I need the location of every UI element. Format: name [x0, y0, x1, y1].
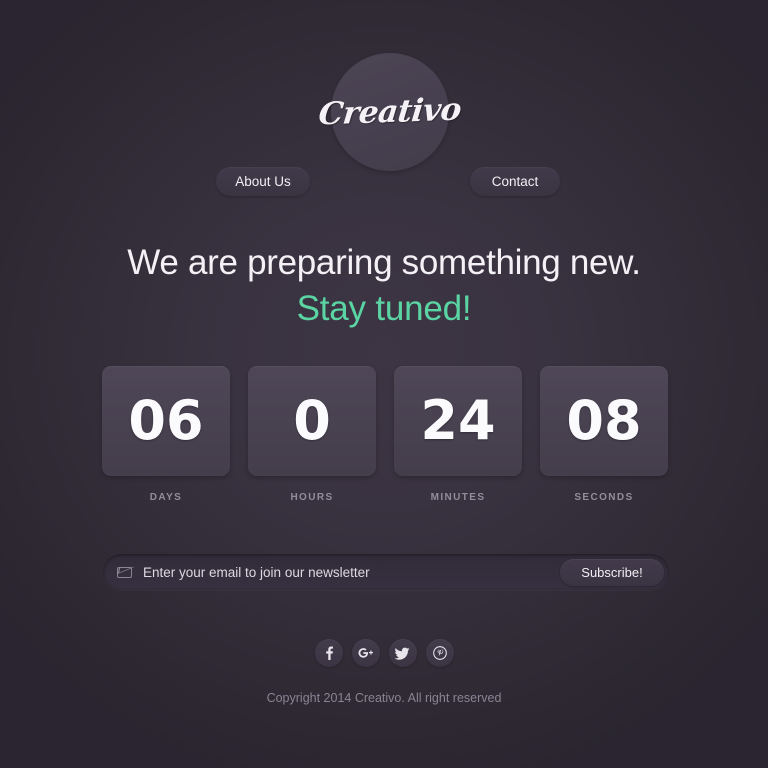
- countdown-value-seconds: 08: [566, 389, 642, 452]
- nav-about-us-button[interactable]: About Us: [216, 167, 310, 196]
- countdown-value-hours: 0: [293, 389, 331, 452]
- coming-soon-page: About Us Creativo Contact We are prepari…: [0, 0, 768, 768]
- countdown-box-seconds: 08: [540, 366, 668, 476]
- countdown-label-seconds: SECONDS: [574, 492, 634, 503]
- countdown-box-minutes: 24: [394, 366, 522, 476]
- newsletter-form: Subscribe!: [103, 554, 669, 590]
- headline-accent: Stay tuned!: [296, 288, 472, 328]
- email-input[interactable]: [143, 554, 560, 590]
- social-links: [0, 639, 768, 667]
- countdown-value-days: 06: [128, 389, 204, 452]
- site-header: About Us Creativo Contact: [0, 53, 768, 196]
- headline-primary: We are preparing something new.: [127, 243, 641, 282]
- pinterest-icon[interactable]: [425, 639, 454, 667]
- countdown-box-days: 06: [102, 366, 230, 476]
- envelope-icon: [117, 566, 132, 578]
- subscribe-button[interactable]: Subscribe!: [560, 558, 664, 586]
- countdown-label-hours: HOURS: [290, 492, 334, 503]
- countdown-unit-hours: 0 HOURS: [248, 366, 376, 503]
- logo-circle[interactable]: Creativo: [317, 53, 463, 171]
- nav-contact-button[interactable]: Contact: [470, 167, 560, 196]
- countdown-label-minutes: MINUTES: [430, 492, 486, 503]
- countdown-unit-days: 06 DAYS: [102, 366, 230, 503]
- countdown-unit-minutes: 24 MINUTES: [394, 366, 522, 503]
- countdown-timer: 06 DAYS 0 HOURS 24 MINUTES 08 SECONDS: [102, 366, 668, 503]
- countdown-unit-seconds: 08 SECONDS: [540, 366, 668, 503]
- copyright-text: Copyright 2014 Creativo. All right reser…: [266, 691, 502, 705]
- google-plus-icon[interactable]: [351, 639, 380, 667]
- twitter-icon[interactable]: [388, 639, 417, 667]
- brand-logo-text: Creativo: [316, 91, 464, 133]
- page-title: We are preparing something new. Stay tun…: [0, 243, 768, 329]
- countdown-value-minutes: 24: [420, 389, 496, 452]
- countdown-label-days: DAYS: [149, 492, 183, 503]
- countdown-box-hours: 0: [248, 366, 376, 476]
- facebook-icon[interactable]: [314, 639, 343, 667]
